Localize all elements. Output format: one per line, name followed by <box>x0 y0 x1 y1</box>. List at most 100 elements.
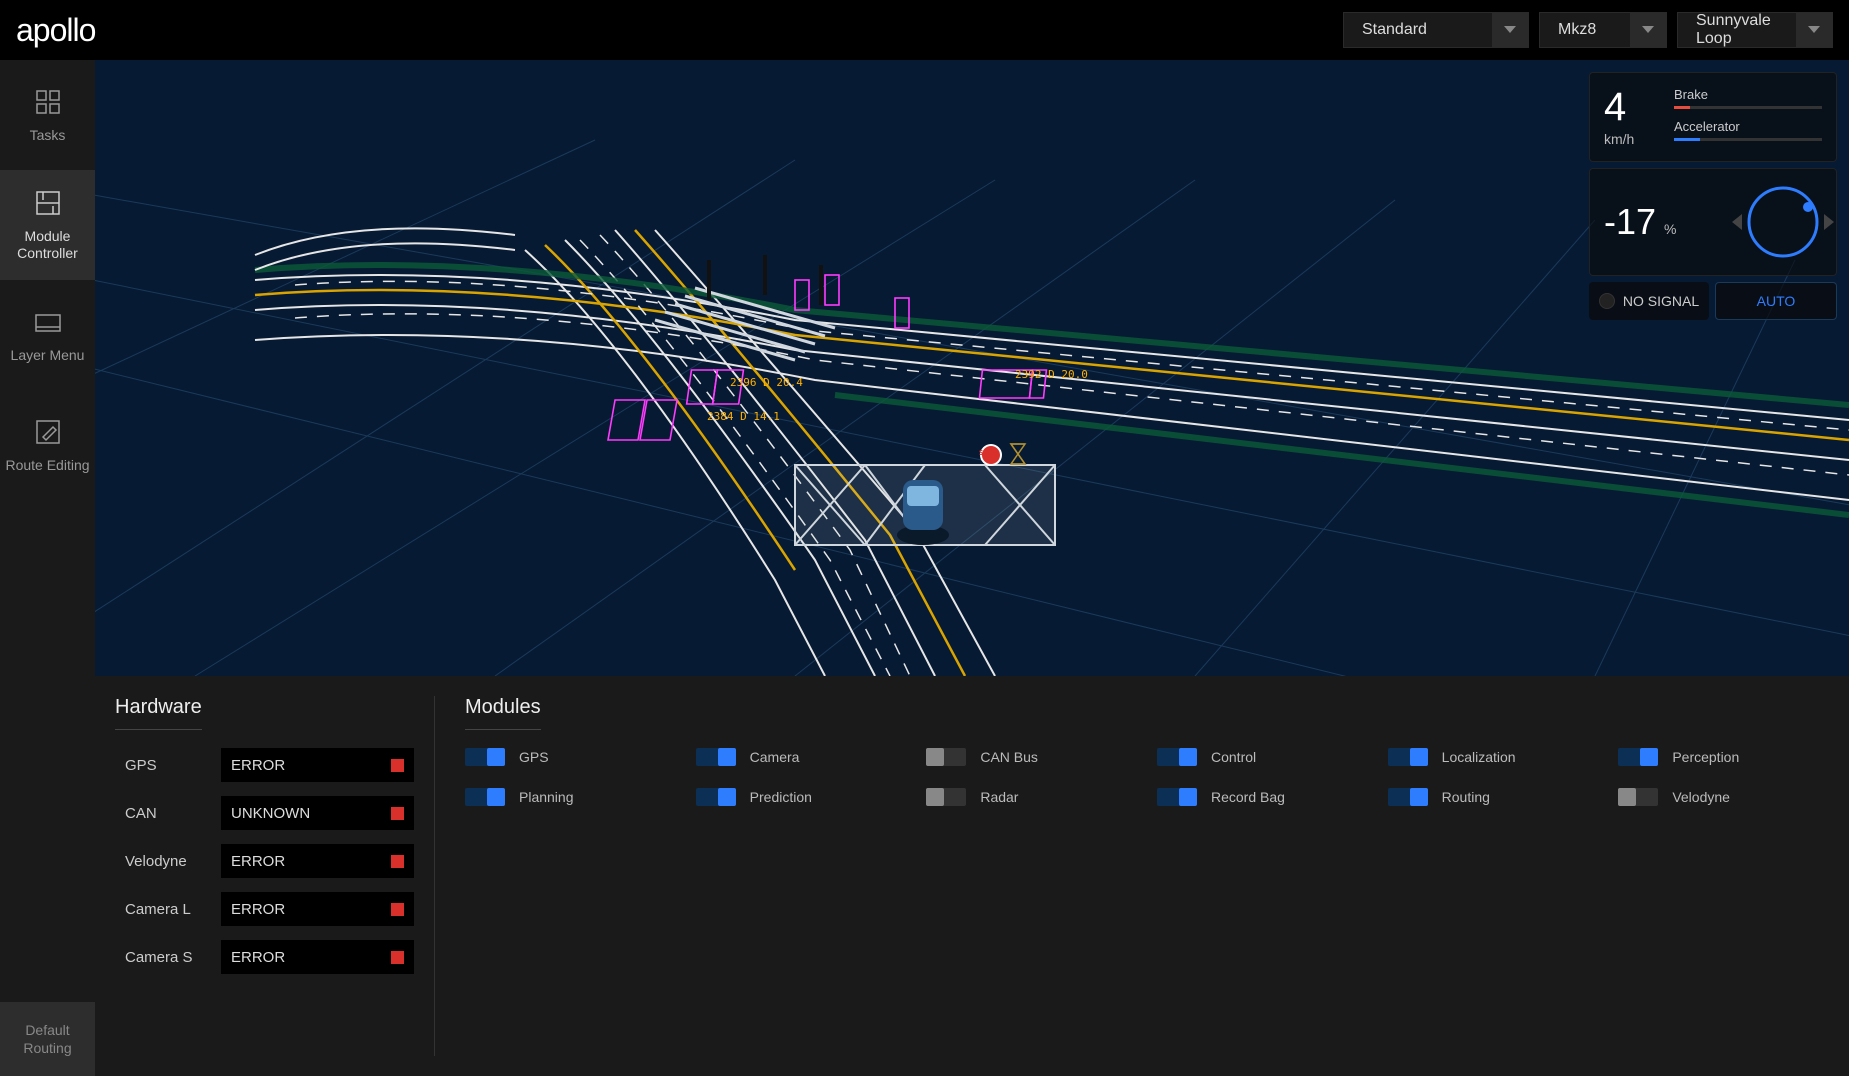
hardware-name: Camera L <box>115 901 211 918</box>
topbar: apollo Standard Mkz8 Sunnyvale Loop <box>0 0 1849 60</box>
modules-panel: Modules GPS Camera CAN Bus Control Local… <box>435 696 1829 1056</box>
module-toggle[interactable] <box>696 748 736 766</box>
module-item: Velodyne <box>1618 788 1829 806</box>
bottom-panels: Hardware GPS ERROR CAN UNKNOWN Velodyne … <box>95 676 1849 1076</box>
module-toggle[interactable] <box>926 748 966 766</box>
sidebar-item-route-editing[interactable]: Route Editing <box>0 390 95 500</box>
hardware-panel: Hardware GPS ERROR CAN UNKNOWN Velodyne … <box>115 696 435 1056</box>
sidebar-default-routing[interactable]: Default Routing <box>0 1002 95 1076</box>
speed-unit: km/h <box>1604 131 1674 147</box>
brake-bar <box>1674 106 1822 109</box>
route-editing-icon <box>33 417 63 447</box>
layer-menu-icon <box>33 307 63 337</box>
sidebar-item-label: Tasks <box>30 127 66 143</box>
hardware-row: CAN UNKNOWN <box>115 796 414 830</box>
hardware-title: Hardware <box>115 696 202 730</box>
hardware-status: ERROR <box>221 844 414 878</box>
status-led-icon <box>391 855 404 868</box>
module-item: GPS <box>465 748 676 766</box>
auto-badge[interactable]: AUTO <box>1715 282 1837 320</box>
module-label: Localization <box>1442 749 1516 765</box>
module-label: Prediction <box>750 789 812 805</box>
stop-sign-label: STOP <box>979 449 996 457</box>
steer-left-icon[interactable] <box>1732 214 1742 230</box>
steer-right-icon[interactable] <box>1824 214 1834 230</box>
sidebar-item-module-controller[interactable]: Module Controller <box>0 170 95 280</box>
status-led-icon <box>391 759 404 772</box>
viewport-3d[interactable]: 2396 D 20.4 2392 D 20.0 2384 D 14.1 STOP… <box>95 60 1849 676</box>
module-label: Radar <box>980 789 1018 805</box>
hardware-status: ERROR <box>221 748 414 782</box>
module-toggle[interactable] <box>696 788 736 806</box>
module-toggle[interactable] <box>926 788 966 806</box>
module-toggle[interactable] <box>1618 748 1658 766</box>
sidebar-item-layer-menu[interactable]: Layer Menu <box>0 280 95 390</box>
hardware-row: GPS ERROR <box>115 748 414 782</box>
status-led-icon <box>391 903 404 916</box>
hardware-name: CAN <box>115 805 211 822</box>
sidebar-item-label: Module Controller <box>0 228 95 262</box>
steering-card: -17 % <box>1589 168 1837 276</box>
top-selects: Standard Mkz8 Sunnyvale Loop <box>1343 12 1833 48</box>
object-label: 2396 D 20.4 <box>730 376 803 389</box>
vehicle-select-label: Mkz8 <box>1540 21 1630 39</box>
chevron-down-icon <box>1796 12 1832 48</box>
module-item: Radar <box>926 788 1137 806</box>
module-toggle[interactable] <box>1157 748 1197 766</box>
module-label: Perception <box>1672 749 1739 765</box>
module-item: Perception <box>1618 748 1829 766</box>
speed-value: 4 <box>1604 87 1674 127</box>
module-toggle[interactable] <box>465 788 505 806</box>
hardware-name: Camera S <box>115 949 211 966</box>
status-led-icon <box>391 807 404 820</box>
tasks-icon <box>33 87 63 117</box>
hardware-status: UNKNOWN <box>221 796 414 830</box>
speed-card: 4 km/h Brake Accelerator <box>1589 72 1837 162</box>
hardware-row: Camera S ERROR <box>115 940 414 974</box>
vehicle-select[interactable]: Mkz8 <box>1539 12 1667 48</box>
hardware-row: Velodyne ERROR <box>115 844 414 878</box>
module-item: CAN Bus <box>926 748 1137 766</box>
module-toggle[interactable] <box>1388 788 1428 806</box>
module-toggle[interactable] <box>1618 788 1658 806</box>
module-item: Localization <box>1388 748 1599 766</box>
module-label: CAN Bus <box>980 749 1038 765</box>
accelerator-bar <box>1674 138 1822 141</box>
hardware-row: Camera L ERROR <box>115 892 414 926</box>
object-label: 2392 D 20.0 <box>1015 368 1088 381</box>
brake-label: Brake <box>1674 87 1822 102</box>
module-label: Record Bag <box>1211 789 1285 805</box>
module-item: Camera <box>696 748 907 766</box>
module-toggle[interactable] <box>1388 748 1428 766</box>
steering-unit: % <box>1664 221 1676 237</box>
logo: apollo <box>16 12 95 49</box>
module-toggle[interactable] <box>1157 788 1197 806</box>
module-label: Camera <box>750 749 800 765</box>
object-label: 2384 D 14.1 <box>707 410 780 423</box>
signal-badge: NO SIGNAL <box>1589 282 1709 320</box>
sidebar: Tasks Module Controller Layer Menu Route… <box>0 60 95 1076</box>
accelerator-label: Accelerator <box>1674 119 1822 134</box>
module-label: GPS <box>519 749 549 765</box>
module-item: Prediction <box>696 788 907 806</box>
module-toggle[interactable] <box>465 748 505 766</box>
dashboard-overlay: 4 km/h Brake Accelerator <box>1589 72 1837 320</box>
chevron-down-icon <box>1630 12 1666 48</box>
module-label: Velodyne <box>1672 789 1730 805</box>
map-select[interactable]: Sunnyvale Loop <box>1677 12 1833 48</box>
mode-select[interactable]: Standard <box>1343 12 1529 48</box>
module-item: Routing <box>1388 788 1599 806</box>
module-item: Planning <box>465 788 676 806</box>
hardware-name: GPS <box>115 757 211 774</box>
status-led-icon <box>391 951 404 964</box>
mode-select-label: Standard <box>1344 21 1492 39</box>
module-item: Record Bag <box>1157 788 1368 806</box>
modules-title: Modules <box>465 696 541 730</box>
module-item: Control <box>1157 748 1368 766</box>
hardware-status: ERROR <box>221 892 414 926</box>
hardware-name: Velodyne <box>115 853 211 870</box>
map-select-label: Sunnyvale Loop <box>1678 12 1796 48</box>
chevron-down-icon <box>1492 12 1528 48</box>
sidebar-item-tasks[interactable]: Tasks <box>0 60 95 170</box>
steering-wheel-icon <box>1744 183 1822 261</box>
